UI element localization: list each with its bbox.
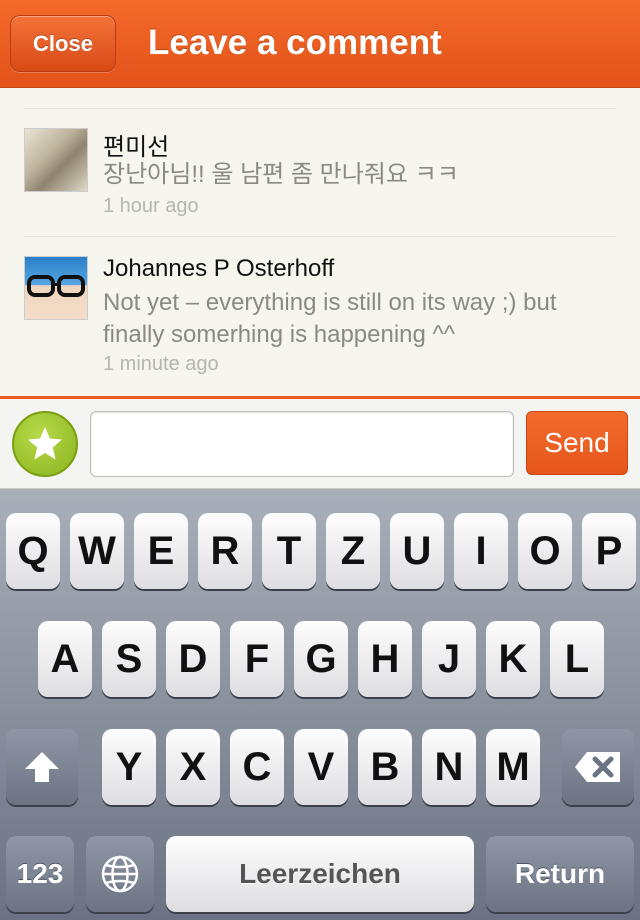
avatar <box>24 256 88 320</box>
key-b[interactable]: B <box>358 729 412 805</box>
key-s[interactable]: S <box>102 621 156 697</box>
key-p[interactable]: P <box>582 513 636 589</box>
star-button[interactable] <box>12 411 78 477</box>
comment-timestamp: 1 minute ago <box>103 353 219 375</box>
key-g[interactable]: G <box>294 621 348 697</box>
comment-timestamp: 1 hour ago <box>103 195 199 217</box>
globe-icon <box>101 855 139 893</box>
key-h[interactable]: H <box>358 621 412 697</box>
shift-key[interactable] <box>6 729 78 805</box>
key-d[interactable]: D <box>166 621 220 697</box>
key-r[interactable]: R <box>198 513 252 589</box>
comment-text: 장난아님!! 울 남편 좀 만나줘요 ㅋㅋ <box>103 161 459 188</box>
divider <box>24 236 616 237</box>
key-e[interactable]: E <box>134 513 188 589</box>
key-t[interactable]: T <box>262 513 316 589</box>
comment-author: Johannes P Osterhoff <box>103 255 335 282</box>
avatar <box>24 128 88 192</box>
globe-key[interactable] <box>86 836 154 912</box>
key-y[interactable]: Y <box>102 729 156 805</box>
key-x[interactable]: X <box>166 729 220 805</box>
comment-composer: Send <box>0 399 640 489</box>
backspace-key[interactable] <box>562 729 634 805</box>
key-i[interactable]: I <box>454 513 508 589</box>
key-c[interactable]: C <box>230 729 284 805</box>
navigation-bar: Close Leave a comment <box>0 0 640 88</box>
key-w[interactable]: W <box>70 513 124 589</box>
key-q[interactable]: Q <box>6 513 60 589</box>
key-o[interactable]: O <box>518 513 572 589</box>
key-n[interactable]: N <box>422 729 476 805</box>
key-z[interactable]: Z <box>326 513 380 589</box>
key-a[interactable]: A <box>38 621 92 697</box>
return-key[interactable]: Return <box>486 836 634 912</box>
divider <box>24 108 616 109</box>
key-j[interactable]: J <box>422 621 476 697</box>
glasses-icon <box>27 275 85 297</box>
page-title: Leave a comment <box>148 23 442 62</box>
numbers-key[interactable]: 123 <box>6 836 74 912</box>
star-icon <box>28 427 62 460</box>
send-button[interactable]: Send <box>526 411 628 475</box>
comment-author: 편미선 <box>103 134 170 161</box>
key-m[interactable]: M <box>486 729 540 805</box>
close-button[interactable]: Close <box>10 15 116 72</box>
key-f[interactable]: F <box>230 621 284 697</box>
key-k[interactable]: K <box>486 621 540 697</box>
key-l[interactable]: L <box>550 621 604 697</box>
space-key[interactable]: Leerzeichen <box>166 836 474 912</box>
comment-text: Not yet – everything is still on its way… <box>103 289 557 348</box>
comment-input[interactable] <box>90 411 514 477</box>
key-v[interactable]: V <box>294 729 348 805</box>
backspace-icon <box>575 752 620 782</box>
key-u[interactable]: U <box>390 513 444 589</box>
shift-arrow-icon <box>25 752 59 782</box>
comment-list: 편미선 장난아님!! 울 남편 좀 만나줘요 ㅋㅋ 1 hour ago Joh… <box>0 88 640 396</box>
keyboard: Q W E R T Z U I O P A S D F G H J K L Y … <box>0 489 640 920</box>
